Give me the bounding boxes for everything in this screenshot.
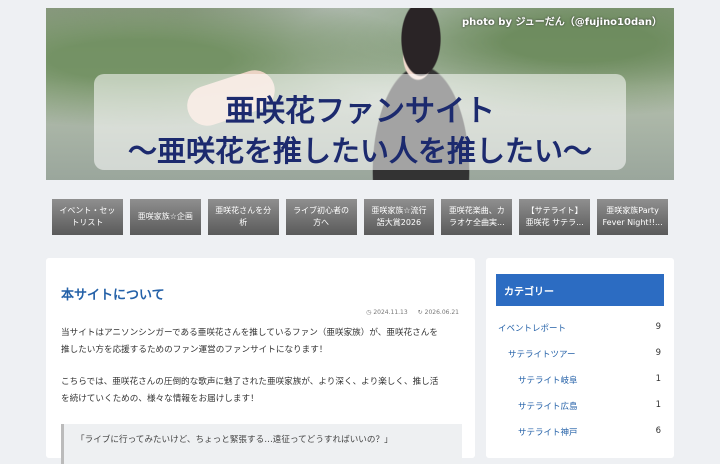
category-label: サテライト広島 [518,402,578,412]
category-item-event-report[interactable]: イベントレポート 9 [486,322,674,338]
nav-item-label: 方へ [313,218,330,227]
nav-item-label: イベント・セッ [59,206,116,215]
nav-item-buzzword-award[interactable]: 亜咲家族☆流行 語大賞2026 [363,199,435,235]
category-count: 9 [655,348,661,358]
nav-item-label: ラオケ全曲実... [448,218,505,227]
nav-item-label: 亜咲花さんを分 [215,206,272,215]
nav-item-party-fever-night[interactable]: 亜咲家族Party Fever Night!!... [597,199,668,235]
nav-item-label: 【サテライト】 [526,206,583,215]
purpose-line1: こちらでは、亜咲花さんの圧倒的な歌声に魅了された亜咲家族が、より深く、より楽しく… [61,377,439,387]
category-item-satellite-kobe[interactable]: サテライト神戸 6 [486,426,674,442]
category-label: サテライト岐阜 [518,376,578,386]
nav-item-label: 析 [239,218,248,227]
nav-item-label: 亜咲花楽曲、カ [448,206,505,215]
nav-item-label: トリスト [71,218,104,227]
category-label: イベントレポート [498,324,567,334]
nav-item-karaoke[interactable]: 亜咲花楽曲、カ ラオケ全曲実... [441,199,513,235]
category-item-satellite-tour[interactable]: サテライトツアー 9 [486,348,674,364]
nav-item-analysis[interactable]: 亜咲花さんを分析 [207,199,279,235]
global-nav: イベント・セッ トリスト 亜咲家族☆企画 亜咲花さんを分析 ライブ初心者の 方へ 亜… [52,199,668,235]
updated-date: 2026.06.21 [424,309,459,316]
article-title: 本サイトについて [61,288,165,303]
site-title-line2: ～亜咲花を推したい人を推したい～ [127,134,592,168]
intro-line1: 当サイトはアニソンシンガーである亜咲花さんを推しているファン（亜咲家族）が、亜咲… [61,328,438,338]
category-count: 1 [655,374,661,384]
nav-item-label: 亜咲家族☆流行 [371,206,427,215]
clock-icon: ◷ [366,309,372,316]
nav-item-label: ライブ初心者の [293,206,350,215]
category-label: サテライトツアー [508,350,576,360]
nav-item-event-setlist[interactable]: イベント・セッ トリスト [52,199,123,235]
intro-paragraph: 当サイトはアニソンシンガーである亜咲花さんを推しているファン（亜咲家族）が、亜咲… [61,325,461,359]
quote-text: 「ライブに行ってみたいけど、ちょっと緊張する…遠征ってどうすればいいの？」 [76,435,393,445]
category-count: 1 [655,400,661,410]
hero-banner[interactable]: photo by ジューだん（@fujino10dan） 亜咲花ファンサイト ～… [46,8,674,180]
category-item-satellite-gifu[interactable]: サテライト岐阜 1 [486,374,674,390]
nav-item-label: 亜咲花 サテラ... [525,218,584,227]
nav-item-label: 語大賞2026 [376,218,422,227]
category-label: サテライト神戸 [518,428,578,438]
purpose-paragraph: こちらでは、亜咲花さんの圧倒的な歌声に魅了された亜咲家族が、より深く、より楽しく… [61,374,461,408]
article-dates: ◷ 2024.11.13 ↻ 2026.06.21 [358,309,459,316]
main-article: 本サイトについて ◷ 2024.11.13 ↻ 2026.06.21 当サイトはアニ… [46,258,475,464]
photo-credit: photo by ジューだん（@fujino10dan） [462,17,662,28]
nav-item-live-beginners[interactable]: ライブ初心者の 方へ [285,199,357,235]
intro-line2: 推したい方を応援するためのファン運営のファンサイトになります！ [61,345,328,355]
sidebar: カテゴリー イベントレポート 9 サテライトツアー 9 サテライト岐阜 1 サテ… [486,258,674,458]
category-count: 6 [655,426,661,436]
blockquote: 「ライブに行ってみたいけど、ちょっと緊張する…遠征ってどうすればいいの？」 [61,424,462,464]
site-title-line1: 亜咲花ファンサイト [225,94,495,129]
category-count: 9 [655,322,661,332]
published-date: 2024.11.13 [373,309,408,316]
refresh-icon: ↻ [417,309,423,316]
nav-item-label: 亜咲家族☆企画 [137,212,193,221]
nav-item-label: 亜咲家族Party [606,206,659,215]
nav-item-label: Fever Night!!... [602,218,663,227]
purpose-line2: を続けていくための、様々な情報をお届けします！ [61,394,259,404]
category-heading: カテゴリー [496,274,664,306]
category-item-satellite-hiroshima[interactable]: サテライト広島 1 [486,400,674,416]
nav-item-family-project[interactable]: 亜咲家族☆企画 [129,199,201,235]
nav-item-satellite[interactable]: 【サテライト】 亜咲花 サテラ... [519,199,591,235]
